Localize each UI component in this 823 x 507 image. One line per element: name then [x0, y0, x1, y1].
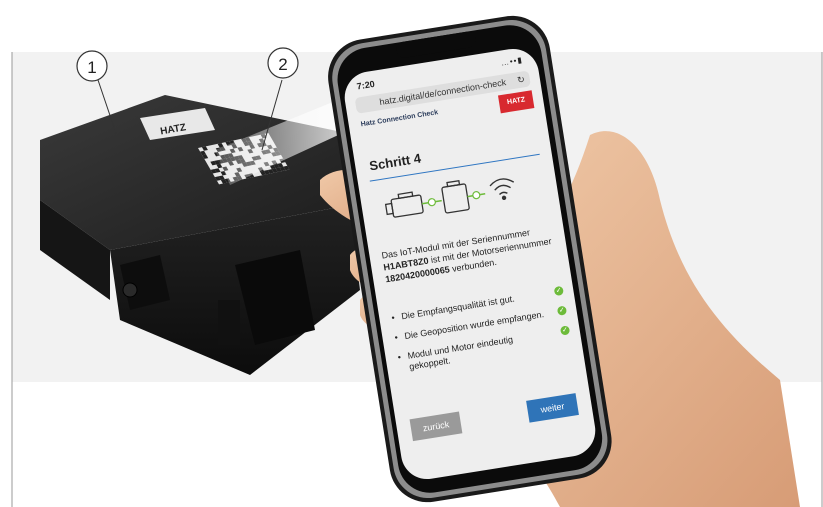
status-time: 7:20	[356, 78, 376, 92]
connection-diagram	[384, 178, 515, 218]
check-label: Modul und Motor eindeutig gekoppelt.	[406, 334, 514, 372]
next-button[interactable]: weiter	[526, 393, 579, 423]
step-title: Schritt 4	[368, 150, 422, 174]
back-button[interactable]: zurück	[409, 411, 463, 442]
callout-1-label: 1	[87, 58, 96, 77]
connection-description: Das IoT-Modul mit der Seriennummer H1ABT…	[381, 223, 558, 286]
hatz-logo-badge: HATZ	[497, 90, 535, 114]
check-list: Die Empfangsqualität ist gut. ✓ Die Geop…	[391, 285, 574, 383]
iot-module-icon	[441, 179, 470, 214]
callout-2-label: 2	[278, 55, 287, 74]
engine-icon	[384, 191, 424, 218]
link-ok-icon	[427, 198, 436, 207]
wifi-icon	[489, 178, 515, 201]
link-ok-icon	[472, 191, 481, 200]
checkmark-icon: ✓	[556, 305, 568, 316]
app-title: Hatz Connection Check	[360, 109, 439, 129]
checkmark-icon: ✓	[559, 325, 571, 336]
reload-icon[interactable]: ↻	[516, 71, 526, 88]
checkmark-icon: ✓	[553, 285, 564, 297]
signal-wifi-battery-icon: …••▮	[500, 55, 524, 68]
